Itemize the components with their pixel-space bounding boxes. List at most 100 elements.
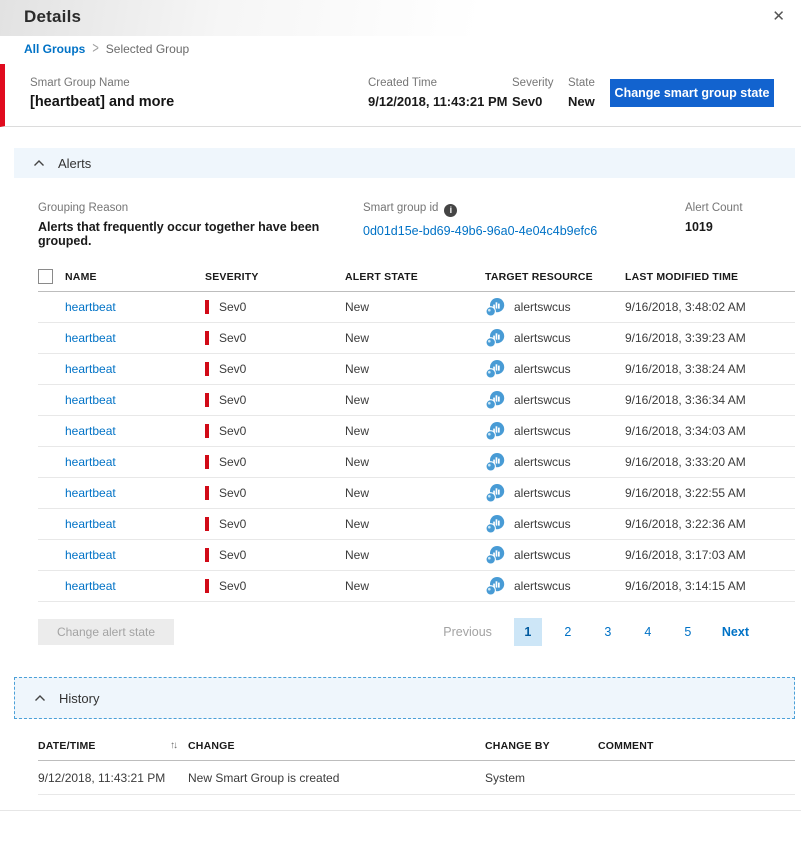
pagination-previous[interactable]: Previous [443, 625, 492, 639]
column-header-target-resource: TARGET RESOURCE [485, 271, 625, 283]
target-resource-text: alertswcus [514, 486, 571, 500]
grouping-info: Grouping Reason Alerts that frequently o… [0, 178, 801, 248]
smart-group-name-label: Smart Group Name [30, 77, 368, 89]
severity-indicator [205, 393, 209, 407]
alert-state-text: New [345, 548, 485, 562]
last-modified-text: 9/16/2018, 3:14:15 AM [625, 579, 795, 593]
alerts-footer: Change alert state Previous 1 2 3 4 5 Ne… [38, 618, 795, 646]
log-analytics-icon [485, 297, 505, 317]
last-modified-text: 9/16/2018, 3:22:36 AM [625, 517, 795, 531]
last-modified-text: 9/16/2018, 3:17:03 AM [625, 548, 795, 562]
bottom-divider [0, 810, 801, 811]
log-analytics-icon [485, 421, 505, 441]
chevron-up-icon [33, 159, 45, 167]
table-row: heartbeat Sev0 New alertswcus 9/16/2018,… [38, 354, 795, 385]
smart-group-id-link[interactable]: 0d01d15e-bd69-49b6-96a0-4e04c4b9efc6 [363, 224, 597, 238]
pagination-next[interactable]: Next [722, 625, 749, 639]
pagination-page-5[interactable]: 5 [674, 618, 702, 646]
column-header-change: CHANGE [188, 740, 485, 752]
grouping-reason-value: Alerts that frequently occur together ha… [38, 220, 363, 248]
severity-text: Sev0 [219, 331, 246, 345]
pagination-page-4[interactable]: 4 [634, 618, 662, 646]
severity-text: Sev0 [219, 579, 246, 593]
severity-indicator [205, 424, 209, 438]
pagination: Previous 1 2 3 4 5 Next [443, 618, 749, 646]
close-icon[interactable]: ✕ [768, 6, 789, 28]
severity-text: Sev0 [219, 486, 246, 500]
alert-name-link[interactable]: heartbeat [65, 548, 116, 562]
alert-name-link[interactable]: heartbeat [65, 424, 116, 438]
last-modified-text: 9/16/2018, 3:38:24 AM [625, 362, 795, 376]
alert-name-link[interactable]: heartbeat [65, 579, 116, 593]
alerts-section-title: Alerts [58, 156, 91, 171]
alert-name-link[interactable]: heartbeat [65, 486, 116, 500]
table-row: heartbeat Sev0 New alertswcus 9/16/2018,… [38, 447, 795, 478]
alert-name-link[interactable]: heartbeat [65, 393, 116, 407]
sort-icon[interactable]: ↑↓ [170, 740, 176, 751]
log-analytics-icon [485, 390, 505, 410]
page-title: Details [24, 7, 777, 27]
alert-count-label: Alert Count [685, 202, 777, 214]
severity-indicator [205, 455, 209, 469]
change-smart-group-state-button[interactable]: Change smart group state [610, 79, 774, 107]
history-section-title: History [59, 691, 99, 706]
last-modified-text: 9/16/2018, 3:33:20 AM [625, 455, 795, 469]
pagination-page-3[interactable]: 3 [594, 618, 622, 646]
alert-state-text: New [345, 362, 485, 376]
history-table: DATE/TIME ↑↓ CHANGE CHANGE BY COMMENT 9/… [38, 731, 795, 795]
smart-group-id-label: Smart group idi [363, 202, 685, 217]
alert-state-text: New [345, 486, 485, 500]
pagination-page-1[interactable]: 1 [514, 618, 542, 646]
alert-name-link[interactable]: heartbeat [65, 331, 116, 345]
target-resource-text: alertswcus [514, 455, 571, 469]
breadcrumb-all-groups-link[interactable]: All Groups [24, 42, 85, 56]
severity-text: Sev0 [219, 300, 246, 314]
column-header-alert-state: ALERT STATE [345, 271, 485, 283]
table-row: heartbeat Sev0 New alertswcus 9/16/2018,… [38, 571, 795, 602]
alert-name-link[interactable]: heartbeat [65, 362, 116, 376]
history-table-header: DATE/TIME ↑↓ CHANGE CHANGE BY COMMENT [38, 731, 795, 761]
log-analytics-icon [485, 328, 505, 348]
target-resource-text: alertswcus [514, 579, 571, 593]
severity-indicator [205, 331, 209, 345]
select-all-checkbox[interactable] [38, 269, 53, 284]
alerts-table: NAME SEVERITY ALERT STATE TARGET RESOURC… [38, 262, 795, 602]
alert-count-value: 1019 [685, 220, 777, 234]
alert-name-link[interactable]: heartbeat [65, 455, 116, 469]
target-resource-text: alertswcus [514, 424, 571, 438]
alert-name-link[interactable]: heartbeat [65, 517, 116, 531]
breadcrumb-current: Selected Group [106, 42, 189, 56]
target-resource-text: alertswcus [514, 393, 571, 407]
table-row: heartbeat Sev0 New alertswcus 9/16/2018,… [38, 540, 795, 571]
log-analytics-icon [485, 576, 505, 596]
grouping-reason-label: Grouping Reason [38, 202, 363, 214]
pagination-page-2[interactable]: 2 [554, 618, 582, 646]
severity-value: Sev0 [512, 94, 568, 109]
smart-group-name: [heartbeat] and more [30, 94, 368, 110]
alert-state-text: New [345, 424, 485, 438]
severity-indicator [205, 300, 209, 314]
alerts-section-header[interactable]: Alerts [14, 148, 795, 178]
alert-state-text: New [345, 331, 485, 345]
log-analytics-icon [485, 545, 505, 565]
change-alert-state-button[interactable]: Change alert state [38, 619, 174, 645]
target-resource-text: alertswcus [514, 362, 571, 376]
log-analytics-icon [485, 514, 505, 534]
alert-state-text: New [345, 455, 485, 469]
severity-label: Severity [512, 77, 568, 89]
breadcrumb-chevron-icon: > [92, 41, 98, 58]
column-header-severity: SEVERITY [205, 271, 345, 283]
severity-indicator [205, 548, 209, 562]
severity-text: Sev0 [219, 424, 246, 438]
history-section-header[interactable]: History [14, 677, 795, 719]
alert-name-link[interactable]: heartbeat [65, 300, 116, 314]
table-row: heartbeat Sev0 New alertswcus 9/16/2018,… [38, 323, 795, 354]
history-change-by: System [485, 771, 598, 785]
target-resource-text: alertswcus [514, 517, 571, 531]
info-icon[interactable]: i [444, 204, 457, 217]
last-modified-text: 9/16/2018, 3:36:34 AM [625, 393, 795, 407]
state-value: New [568, 94, 609, 109]
target-resource-text: alertswcus [514, 331, 571, 345]
alert-state-text: New [345, 393, 485, 407]
column-header-datetime[interactable]: DATE/TIME ↑↓ [38, 740, 188, 752]
